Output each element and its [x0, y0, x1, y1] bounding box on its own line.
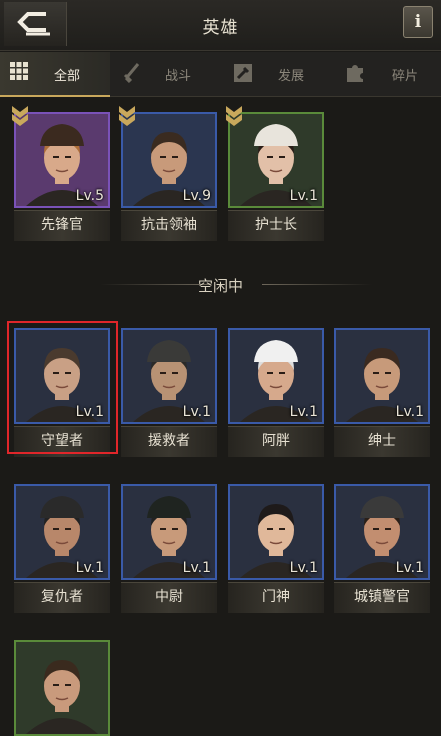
hero-filter-tabs: 全部 战斗 发展 碎片: [0, 52, 441, 97]
rank-chevron-icon: [226, 106, 242, 126]
hero-card[interactable]: Lv.1 城镇警官: [334, 484, 430, 613]
hero-level: Lv.1: [182, 404, 211, 420]
top-bar: 英雄 i: [0, 0, 441, 51]
grid-icon: [10, 62, 28, 80]
hero-card[interactable]: Lv.5 先锋官: [12, 106, 110, 241]
tab-combat-label: 战斗: [165, 69, 192, 84]
hero-card[interactable]: Lv.9 抗击领袖: [119, 106, 217, 241]
hero-name: 先锋官: [41, 217, 83, 233]
hero-level: Lv.9: [182, 188, 211, 204]
hero-name: 复仇者: [41, 589, 83, 605]
hero-name-bar: 中尉: [121, 582, 217, 613]
hero-card[interactable]: Lv.1 绅士: [334, 328, 430, 457]
hero-name-bar: 援救者: [121, 426, 217, 457]
hero-name-bar: 复仇者: [14, 582, 110, 613]
hero-name: 抗击领袖: [141, 217, 197, 233]
tab-combat[interactable]: 战斗: [110, 52, 220, 96]
tab-development-label: 发展: [278, 69, 305, 84]
hero-level: Lv.5: [75, 188, 104, 204]
section-title: 空闲中: [197, 277, 243, 295]
character-art: [16, 642, 108, 734]
hero-name: 阿胖: [262, 433, 290, 449]
page-title: 英雄: [202, 18, 239, 38]
hero-name-bar: 阿胖: [228, 426, 324, 457]
tab-all[interactable]: 全部: [0, 52, 110, 97]
hero-name: 援救者: [148, 433, 190, 449]
hammer-icon: [234, 64, 252, 82]
divider-line: [262, 284, 372, 285]
hero-portrait: [14, 640, 110, 736]
sword-icon: [123, 63, 140, 84]
tab-all-label: 全部: [54, 69, 81, 84]
hero-name: 中尉: [155, 589, 183, 605]
hero-name-bar: 先锋官: [14, 210, 110, 241]
hero-card[interactable]: Lv.1 护士长: [226, 106, 324, 241]
hero-card[interactable]: [14, 640, 110, 736]
hero-level: Lv.1: [289, 560, 318, 576]
hero-card[interactable]: Lv.1 中尉: [121, 484, 217, 613]
hero-name-bar: 护士长: [228, 210, 324, 241]
hero-level: Lv.1: [289, 404, 318, 420]
hero-name: 护士长: [255, 217, 297, 233]
hero-card[interactable]: Lv.1 阿胖: [228, 328, 324, 457]
selection-highlight: [7, 321, 118, 454]
rank-chevron-icon: [119, 106, 135, 126]
hero-name-bar: 绅士: [334, 426, 430, 457]
tab-development[interactable]: 发展: [220, 52, 330, 96]
hero-name: 城镇警官: [354, 589, 410, 605]
hero-name-bar: 门神: [228, 582, 324, 613]
hero-card[interactable]: Lv.1 门神: [228, 484, 324, 613]
section-divider: 空闲中: [0, 270, 441, 300]
hero-name-bar: 城镇警官: [334, 582, 430, 613]
hero-level: Lv.1: [395, 560, 424, 576]
tab-fragments-label: 碎片: [392, 69, 419, 84]
puzzle-icon: [347, 65, 363, 82]
hero-card[interactable]: Lv.1 援救者: [121, 328, 217, 457]
tab-fragments[interactable]: 碎片: [330, 52, 441, 96]
hero-card[interactable]: Lv.1 复仇者: [14, 484, 110, 613]
hero-level: Lv.1: [75, 560, 104, 576]
rank-chevron-icon: [12, 106, 28, 126]
hero-name: 门神: [262, 589, 290, 605]
hero-name-bar: 抗击领袖: [121, 210, 217, 241]
hero-level: Lv.1: [182, 560, 211, 576]
info-button[interactable]: i: [403, 6, 433, 38]
hero-name: 绅士: [368, 433, 396, 449]
hero-level: Lv.1: [395, 404, 424, 420]
hero-level: Lv.1: [289, 188, 318, 204]
